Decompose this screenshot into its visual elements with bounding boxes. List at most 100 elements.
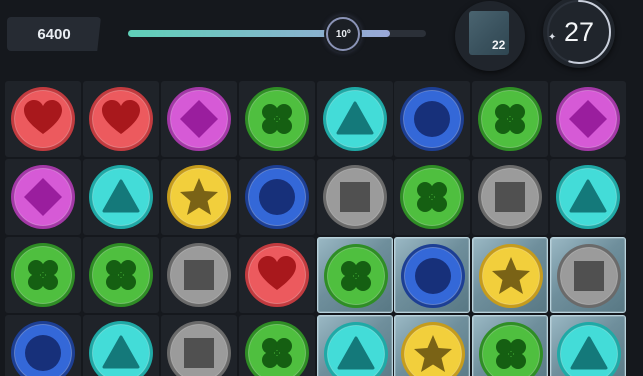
circle-icon: [400, 87, 464, 151]
green-clover-piece[interactable]: [478, 321, 544, 376]
triangle-icon: [323, 87, 387, 151]
magenta-diamond-piece[interactable]: [555, 86, 621, 152]
board-cell[interactable]: [394, 81, 470, 157]
circle-icon: [401, 244, 465, 308]
triangle-icon: [89, 321, 153, 376]
board-cell[interactable]: [161, 159, 237, 235]
board-cell[interactable]: [317, 159, 393, 235]
blue-circle-piece[interactable]: [10, 320, 76, 376]
gray-square-piece[interactable]: [556, 243, 622, 309]
gray-square-piece[interactable]: [477, 164, 543, 230]
clover-icon: [245, 87, 309, 151]
board-cell-ice[interactable]: [317, 315, 393, 376]
green-clover-piece[interactable]: [244, 86, 310, 152]
circle-icon: [245, 165, 309, 229]
cyan-triangle-piece[interactable]: [88, 320, 154, 376]
red-heart-piece[interactable]: [244, 242, 310, 308]
board-cell-ice[interactable]: [394, 237, 470, 313]
board-cell[interactable]: [239, 159, 315, 235]
diamond-icon: [556, 87, 620, 151]
board-cell[interactable]: [161, 237, 237, 313]
clover-icon: [400, 165, 464, 229]
board-cell-ice[interactable]: [550, 237, 626, 313]
gray-square-piece[interactable]: [322, 164, 388, 230]
board-cell[interactable]: [5, 81, 81, 157]
square-icon: [167, 321, 231, 376]
heart-icon: [89, 87, 153, 151]
board-cell[interactable]: [550, 81, 626, 157]
diamond-icon: [167, 87, 231, 151]
blue-circle-piece[interactable]: [400, 243, 466, 309]
magenta-diamond-piece[interactable]: [166, 86, 232, 152]
moves-counter: ✦ 27: [543, 0, 615, 68]
green-clover-piece[interactable]: [323, 243, 389, 309]
game-board: [0, 78, 643, 376]
score-display: 6400: [7, 17, 101, 51]
red-heart-piece[interactable]: [10, 86, 76, 152]
triangle-icon: [324, 322, 388, 376]
board-cell[interactable]: [161, 315, 237, 376]
board-cell[interactable]: [239, 81, 315, 157]
board-cell[interactable]: [5, 315, 81, 376]
board-cell-ice[interactable]: [472, 315, 548, 376]
goal-count: 22: [492, 38, 506, 52]
diamond-icon: [11, 165, 75, 229]
square-icon: [478, 165, 542, 229]
yellow-star-piece[interactable]: [400, 321, 466, 376]
green-clover-piece[interactable]: [88, 242, 154, 308]
clover-icon: [478, 87, 542, 151]
board-cell[interactable]: [83, 159, 159, 235]
cyan-triangle-piece[interactable]: [555, 164, 621, 230]
board-cell-ice[interactable]: [550, 315, 626, 376]
score-value: 6400: [37, 25, 71, 43]
clover-icon: [245, 321, 309, 376]
moves-count: 27: [563, 16, 595, 47]
board-cell[interactable]: [83, 81, 159, 157]
clover-icon: [89, 243, 153, 307]
yellow-star-piece[interactable]: [478, 243, 544, 309]
magenta-diamond-piece[interactable]: [10, 164, 76, 230]
level-progress-bar: 10º: [128, 17, 426, 51]
board-cell[interactable]: [239, 315, 315, 376]
board-cell[interactable]: [83, 315, 159, 376]
board-cell[interactable]: [5, 237, 81, 313]
board-cell-ice[interactable]: [472, 237, 548, 313]
yellow-star-piece[interactable]: [166, 164, 232, 230]
green-clover-piece[interactable]: [477, 86, 543, 152]
star-icon: [167, 165, 231, 229]
board-cell[interactable]: [83, 237, 159, 313]
green-clover-piece[interactable]: [399, 164, 465, 230]
cyan-triangle-piece[interactable]: [88, 164, 154, 230]
level-progress-label: 10º: [335, 28, 351, 40]
clover-icon: [324, 244, 388, 308]
square-icon: [323, 165, 387, 229]
green-clover-piece[interactable]: [10, 242, 76, 308]
clover-icon: [479, 322, 543, 376]
triangle-icon: [556, 165, 620, 229]
cyan-triangle-piece[interactable]: [556, 321, 622, 376]
board-cell[interactable]: [550, 159, 626, 235]
board-cell-ice[interactable]: [317, 237, 393, 313]
blue-circle-piece[interactable]: [399, 86, 465, 152]
goal-counter: 22: [455, 1, 525, 71]
board-cell[interactable]: [317, 81, 393, 157]
heart-icon: [245, 243, 309, 307]
green-clover-piece[interactable]: [244, 320, 310, 376]
blue-circle-piece[interactable]: [244, 164, 310, 230]
square-icon: [557, 244, 621, 308]
cyan-triangle-piece[interactable]: [323, 321, 389, 376]
board-cell[interactable]: [239, 237, 315, 313]
cyan-triangle-piece[interactable]: [322, 86, 388, 152]
heart-icon: [11, 87, 75, 151]
board-cell-ice[interactable]: [394, 315, 470, 376]
clover-icon: [11, 243, 75, 307]
board-cell[interactable]: [5, 159, 81, 235]
board-cell[interactable]: [161, 81, 237, 157]
triangle-icon: [89, 165, 153, 229]
red-heart-piece[interactable]: [88, 86, 154, 152]
board-cell[interactable]: [472, 81, 548, 157]
gray-square-piece[interactable]: [166, 242, 232, 308]
board-cell[interactable]: [472, 159, 548, 235]
board-cell[interactable]: [394, 159, 470, 235]
gray-square-piece[interactable]: [166, 320, 232, 376]
